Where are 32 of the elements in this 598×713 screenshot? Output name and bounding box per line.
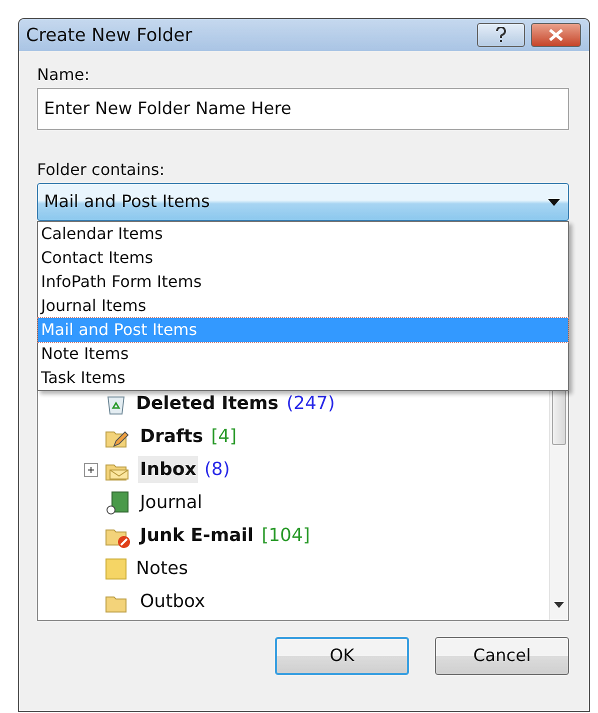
name-label: Name: [37,65,91,84]
dropdown-option[interactable]: Calendar Items [38,222,568,246]
dropdown-option[interactable]: Task Items [38,366,568,390]
name-input[interactable]: Enter New Folder Name Here [37,88,569,130]
folder-name[interactable]: Journal [138,489,204,516]
item-count: (247) [286,393,335,414]
dialog-button[interactable]: OK [275,637,409,675]
folder-name[interactable]: Outbox [138,588,208,615]
item-count: [104] [262,525,310,546]
folder-name[interactable]: Deleted Items [134,390,280,417]
item-count: (8) [204,459,230,480]
folder-type-dropdown[interactable]: Mail and Post Items [37,183,569,221]
note-icon [104,556,128,580]
folder-name[interactable]: Notes [134,555,190,582]
dropdown-option[interactable]: Contact Items [38,246,568,270]
folder-name[interactable]: Junk E-mail [138,522,256,549]
item-count: [4] [211,426,237,447]
dropdown-option[interactable]: InfoPath Form Items [38,270,568,294]
close-icon [548,29,564,41]
close-button[interactable] [531,23,581,47]
dropdown-option[interactable]: Note Items [38,342,568,366]
scroll-down-icon[interactable] [554,602,564,608]
help-icon [496,27,506,43]
folder-contains-label: Folder contains: [37,160,166,179]
folder-name[interactable]: Drafts [138,423,206,450]
caret-icon [548,198,560,206]
dropdown-option[interactable]: Journal Items [38,294,568,318]
dialog-button[interactable]: Cancel [435,637,569,675]
window-title: Create New Folder [26,24,192,46]
expand-plus-icon[interactable] [84,462,98,476]
help-button[interactable] [477,23,525,47]
folder-name[interactable]: Inbox [138,456,198,483]
